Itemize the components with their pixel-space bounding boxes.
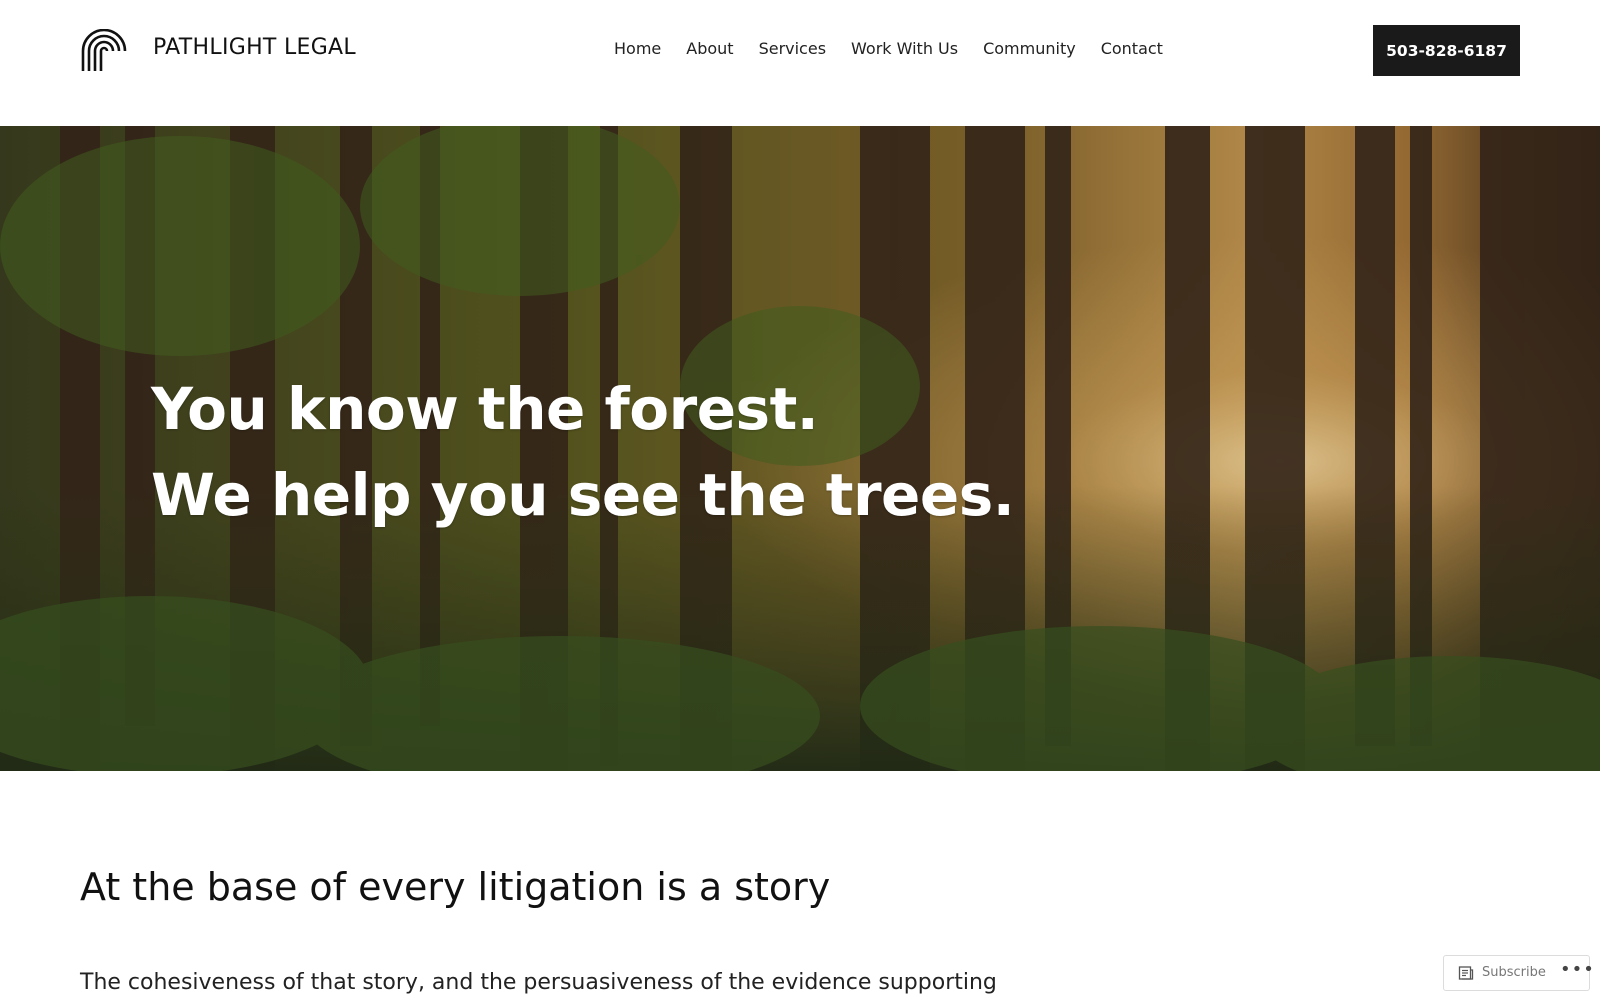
subscribe-label: Subscribe [1482, 965, 1546, 980]
hero-line-2: We help you see the trees. [151, 461, 1015, 529]
hero-headline: You know the forest. We help you see the… [151, 366, 1015, 538]
nav-contact[interactable]: Contact [1101, 39, 1163, 58]
section-heading: At the base of every litigation is a sto… [80, 865, 831, 909]
hero-banner: You know the forest. We help you see the… [0, 126, 1600, 771]
intro-paragraph: The cohesiveness of that story, and the … [80, 970, 997, 995]
more-options-icon[interactable]: ••• [1560, 959, 1595, 980]
nav-about[interactable]: About [686, 39, 733, 58]
nav-home[interactable]: Home [614, 39, 661, 58]
subscribe-widget[interactable]: Subscribe ••• [1443, 955, 1594, 991]
hero-line-1: You know the forest. [151, 375, 819, 443]
site-title[interactable]: PATHLIGHT LEGAL [153, 35, 356, 60]
primary-nav: Home About Services Work With Us Communi… [614, 39, 1188, 58]
nav-work-with-us[interactable]: Work With Us [851, 39, 958, 58]
phone-button[interactable]: 503-828-6187 [1373, 25, 1520, 76]
site-header: PATHLIGHT LEGAL Home About Services Work… [0, 0, 1600, 126]
nav-community[interactable]: Community [983, 39, 1076, 58]
reader-icon [1458, 966, 1474, 980]
logo-icon[interactable] [80, 29, 128, 73]
nav-services[interactable]: Services [759, 39, 826, 58]
